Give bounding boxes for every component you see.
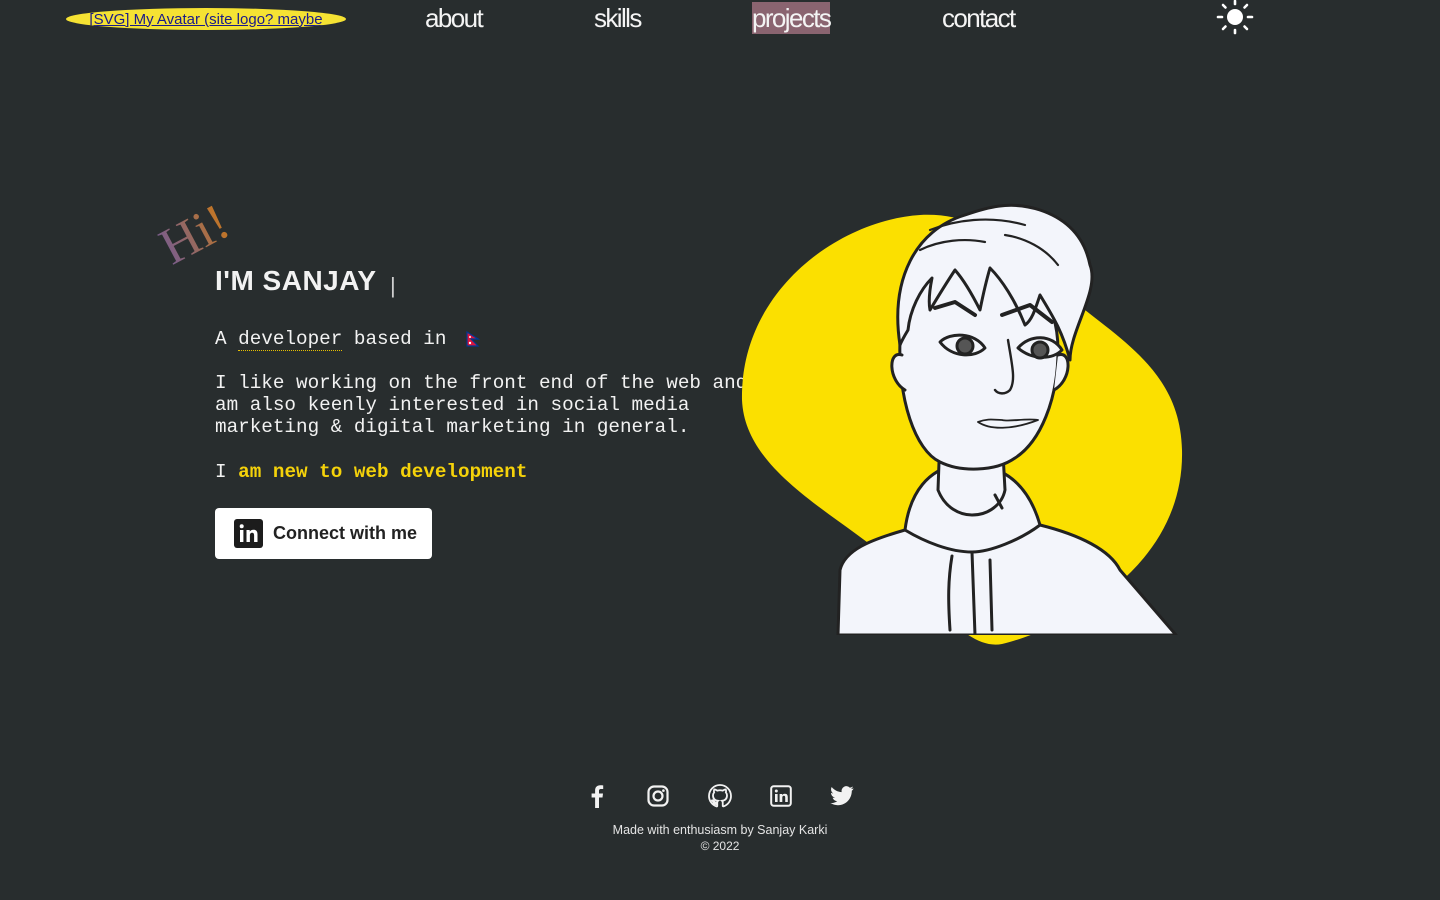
github-link[interactable] (706, 782, 734, 810)
twitter-icon (830, 786, 854, 806)
github-icon (708, 784, 732, 808)
nav-about[interactable]: about (425, 2, 484, 34)
footer-copyright: © 2022 (700, 839, 740, 853)
status-highlight: am new to web development (238, 461, 528, 483)
hero-role-line: A developer based in (215, 328, 481, 351)
nav-skills[interactable]: skills (594, 2, 642, 34)
theme-toggle-button[interactable] (1216, 0, 1254, 36)
facebook-link[interactable] (583, 782, 611, 810)
sun-icon (1216, 0, 1254, 35)
linkedin-link[interactable] (767, 782, 795, 810)
role-suffix: based in (353, 328, 447, 350)
typing-cursor: | (390, 273, 396, 298)
connect-linkedin-button[interactable]: Connect with me (215, 508, 432, 559)
facebook-icon (591, 785, 604, 808)
hero-status-line: I am new to web development (215, 461, 527, 483)
site-logo[interactable]: [SVG] My Avatar (site logo? maybe (66, 8, 346, 30)
footer-credit: Made with enthusiasm by Sanjay Karki (612, 823, 828, 837)
status-prefix: I (215, 461, 227, 483)
instagram-link[interactable] (644, 782, 672, 810)
linkedin-icon (234, 519, 263, 548)
twitter-link[interactable] (828, 782, 856, 810)
hero-headline: I'M SANJAY (215, 265, 377, 296)
nav-contact[interactable]: contact (942, 2, 1016, 34)
logo-alt-text[interactable]: [SVG] My Avatar (site logo? maybe (89, 11, 322, 28)
nav-projects[interactable]: projects (752, 2, 832, 34)
role-prefix: A (215, 328, 227, 350)
connect-button-label: Connect with me (273, 523, 418, 543)
linkedin-icon (770, 785, 792, 807)
nepal-flag-icon (466, 330, 481, 347)
avatar-illustration (741, 203, 1183, 645)
instagram-icon (647, 785, 669, 807)
role-word[interactable]: developer (238, 328, 343, 351)
hero-bio: I like working on the front end of the w… (215, 372, 748, 438)
